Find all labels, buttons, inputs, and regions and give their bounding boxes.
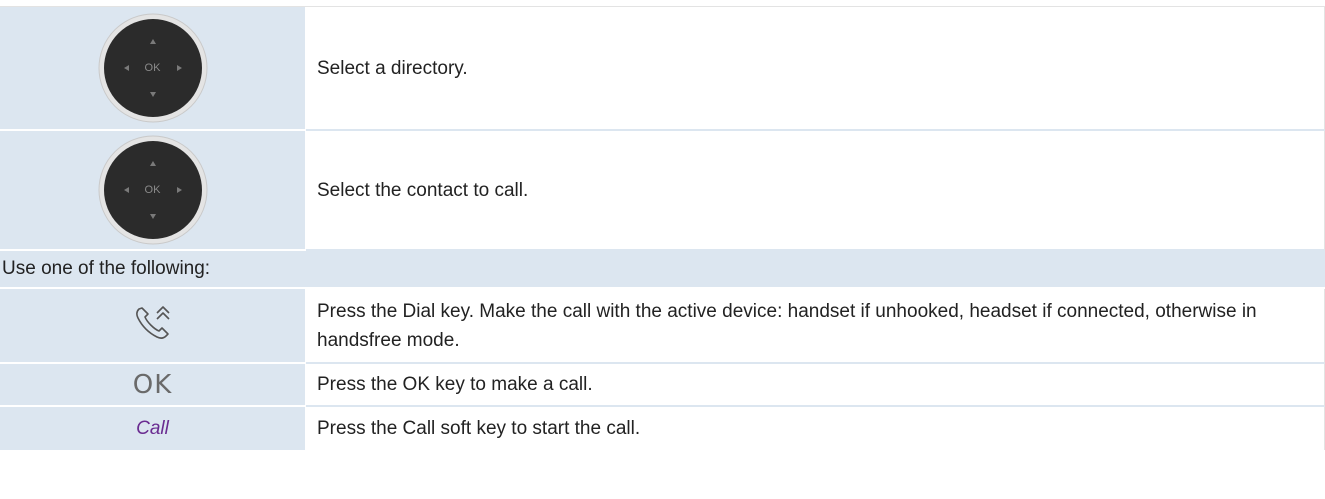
navpad-ok-label: OK <box>144 62 161 74</box>
call-soft-key-cell: Call <box>0 407 306 450</box>
navpad-cell-1: OK <box>0 7 306 131</box>
section-heading-text: Use one of the following: <box>2 258 211 279</box>
step-text-cell-2: Select the contact to call. <box>306 131 1325 251</box>
ok-key-cell: OK <box>0 364 306 407</box>
section-heading: Use one of the following: <box>0 251 1325 289</box>
dial-key-icon <box>133 303 173 348</box>
call-soft-key-label: Call <box>136 417 169 439</box>
step-text-select-directory: Select a directory. <box>317 57 468 79</box>
step-text-select-contact: Select the contact to call. <box>317 179 529 201</box>
step-text-dial-key: Press the Dial key. Make the call with t… <box>317 300 1257 351</box>
instruction-table: OK Select a directory. OK Select the con… <box>0 6 1325 450</box>
step-text-cell-1: Select a directory. <box>306 7 1325 131</box>
step-text-cell-ok: Press the OK key to make a call. <box>306 364 1325 407</box>
instruction-page: OK Select a directory. OK Select the con… <box>0 0 1325 499</box>
navigation-pad-icon: OK <box>98 135 208 245</box>
step-text-cell-call: Press the Call soft key to start the cal… <box>306 407 1325 450</box>
ok-key-label: OK <box>132 369 173 400</box>
step-text-call-soft-key: Press the Call soft key to start the cal… <box>317 418 641 439</box>
navpad-cell-2: OK <box>0 131 306 251</box>
navpad-ok-label: OK <box>144 184 161 196</box>
dial-key-cell <box>0 289 306 364</box>
step-text-cell-dial: Press the Dial key. Make the call with t… <box>306 289 1325 364</box>
step-text-ok-key: Press the OK key to make a call. <box>317 374 593 395</box>
navigation-pad-icon: OK <box>98 13 208 123</box>
